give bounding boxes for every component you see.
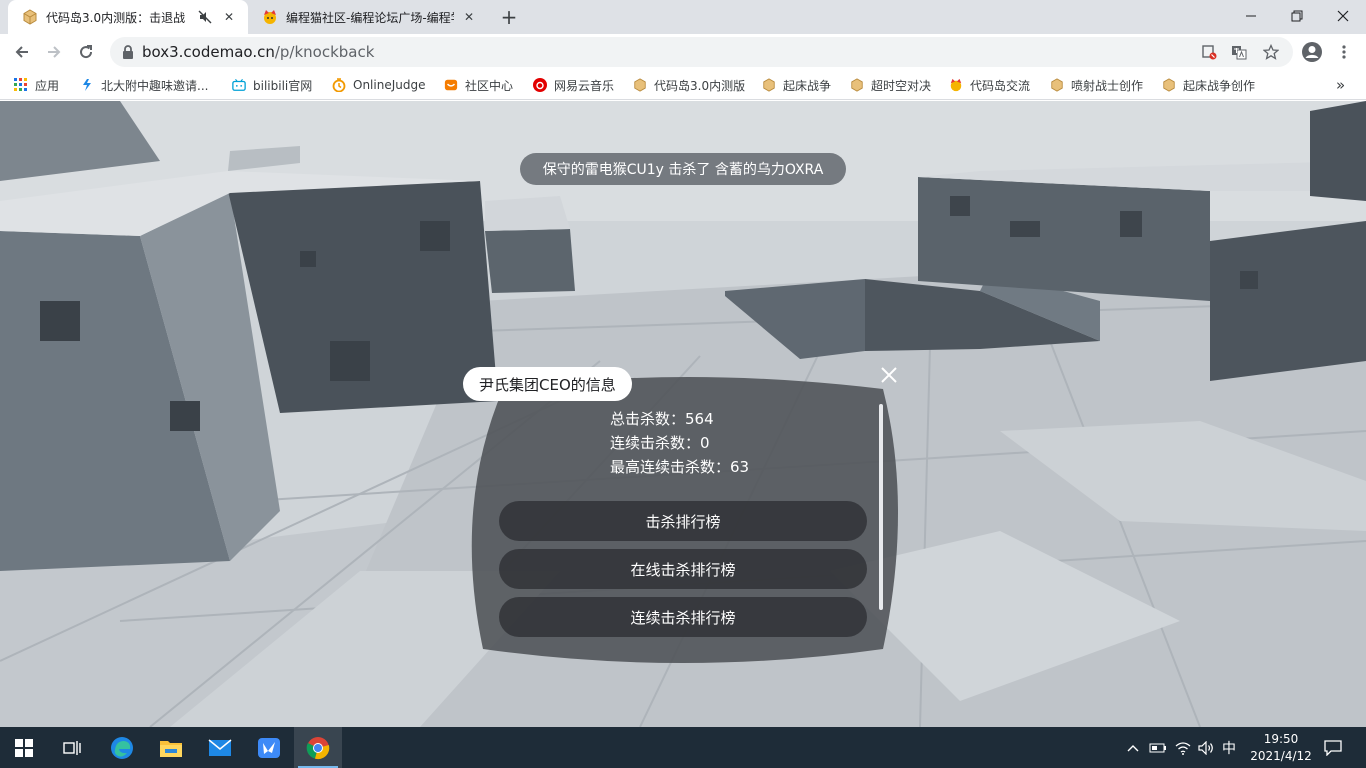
bookmark-label: 代码岛交流	[970, 78, 1031, 93]
bookmark-label: bilibili官网	[253, 78, 313, 93]
close-icon[interactable]	[878, 364, 900, 386]
input-method-indicator[interactable]: 中	[1218, 727, 1240, 768]
community-icon	[444, 78, 458, 92]
codemao-box-icon	[1050, 78, 1064, 92]
bookmark-bilibili[interactable]: bilibili官网	[232, 76, 312, 94]
codemao-box-icon	[22, 9, 38, 25]
tab-title: 代码岛3.0内测版：击退战	[46, 10, 186, 25]
best-streak: 最高连续击杀数：63	[610, 458, 750, 476]
bookmark-star-icon[interactable]	[1262, 43, 1280, 61]
bookmark-timeclash[interactable]: 超时空对决	[850, 76, 931, 94]
bookmark-label: 北大附中趣味邀请...	[101, 78, 209, 93]
kill-stats: 总击杀数：564 连续击杀数：0 最高连续击杀数：63	[610, 407, 749, 479]
kill-leaderboard-button[interactable]: 击杀排行榜	[499, 501, 867, 541]
game-canvas[interactable]: 保守的雷电猴CU1y 击杀了 含蓄的乌力OXRA 尹氏集团CEO的信息 总击杀数…	[0, 101, 1366, 727]
popup-blocked-icon[interactable]	[1200, 43, 1218, 61]
url-host: box3.codemao.cn	[142, 43, 275, 61]
new-tab-button[interactable]: +	[498, 5, 520, 29]
start-button[interactable]	[0, 727, 48, 768]
bookmark-label: 喷射战士创作	[1071, 78, 1144, 93]
tab-strip: 代码岛3.0内测版：击退战 ✕ 编程猫社区-编程论坛广场-编程学 ✕ +	[0, 0, 1366, 34]
current-streak: 连续击杀数：0	[610, 434, 710, 452]
mail-icon[interactable]	[196, 727, 244, 768]
url-path: /p/knockback	[274, 43, 375, 61]
profile-avatar-icon[interactable]	[1298, 38, 1326, 66]
notification-center-icon[interactable]	[1320, 727, 1346, 768]
restore-button[interactable]	[1274, 0, 1320, 32]
online-kill-leaderboard-button[interactable]: 在线击杀排行榜	[499, 549, 867, 589]
player-name-tag: 尹氏集团CEO的信息	[463, 367, 632, 401]
bookmark-label: 起床战争创作	[1183, 78, 1256, 93]
tab-muted-icon[interactable]	[196, 8, 214, 26]
task-view-icon[interactable]	[48, 727, 96, 768]
bookmark-apps[interactable]: 应用	[14, 76, 59, 94]
panel-scrollbar[interactable]	[879, 404, 883, 610]
translate-icon[interactable]	[1230, 43, 1248, 61]
reload-button[interactable]	[72, 38, 100, 66]
bookmark-community[interactable]: 社区中心	[444, 76, 513, 94]
bilibili-icon	[232, 78, 246, 92]
bookmark-label: 起床战争	[783, 78, 832, 93]
codemao-cat-icon	[949, 78, 963, 92]
address-bar[interactable]: box3.codemao.cn/p/knockback	[110, 37, 1293, 67]
edge-browser-icon[interactable]	[98, 727, 146, 768]
tab-codemao-community[interactable]: 编程猫社区-编程论坛广场-编程学 ✕	[248, 0, 488, 34]
more-bookmarks-button[interactable]: »	[1336, 76, 1345, 94]
total-kills: 总击杀数：564	[610, 410, 714, 428]
bookmark-onlinejudge[interactable]: OnlineJudge	[332, 76, 425, 94]
volume-icon[interactable]	[1196, 727, 1216, 768]
bookmark-codemao-box[interactable]: 代码岛3.0内测版	[633, 76, 745, 94]
forward-button[interactable]	[40, 38, 68, 66]
lock-icon[interactable]	[120, 44, 136, 60]
codemao-box-icon	[850, 78, 864, 92]
apps-grid-icon	[14, 78, 28, 92]
streak-leaderboard-button[interactable]: 连续击杀排行榜	[499, 597, 867, 637]
close-window-button[interactable]	[1320, 0, 1366, 32]
tab-title: 编程猫社区-编程论坛广场-编程学	[286, 10, 454, 25]
back-button[interactable]	[8, 38, 36, 66]
bookmark-netease-music[interactable]: 网易云音乐	[533, 76, 614, 94]
bookmark-label: 超时空对决	[871, 78, 932, 93]
clock-time: 19:50	[1263, 732, 1299, 746]
bookmark-label: OnlineJudge	[353, 78, 426, 92]
url-text: box3.codemao.cn/p/knockback	[142, 43, 374, 61]
bookmark-label: 应用	[35, 78, 60, 93]
feishu-icon[interactable]	[245, 727, 293, 768]
bookmark-label: 网易云音乐	[554, 78, 615, 93]
windows-taskbar: 中 19:50 2021/4/12	[0, 727, 1366, 768]
browser-toolbar: box3.codemao.cn/p/knockback	[0, 34, 1366, 70]
codemao-cat-icon	[262, 9, 278, 25]
bookmark-codeisland-forum[interactable]: 代码岛交流	[949, 76, 1030, 94]
player-info-panel: 尹氏集团CEO的信息 总击杀数：564 连续击杀数：0 最高连续击杀数：63 击…	[463, 367, 903, 665]
show-hidden-icons-button[interactable]	[1124, 727, 1142, 768]
onlinejudge-icon	[332, 78, 346, 92]
system-clock[interactable]: 19:50 2021/4/12	[1240, 731, 1322, 765]
minimize-button[interactable]	[1228, 0, 1274, 32]
chrome-menu-icon[interactable]	[1330, 38, 1358, 66]
wifi-icon[interactable]	[1173, 727, 1193, 768]
bookmarks-bar: 应用 北大附中趣味邀请... bilibili官网 OnlineJudge 社区…	[0, 70, 1366, 100]
tab-close-icon[interactable]: ✕	[460, 8, 478, 26]
tab-close-icon[interactable]: ✕	[220, 8, 238, 26]
netease-music-icon	[533, 78, 547, 92]
bookmark-label: 社区中心	[465, 78, 514, 93]
bookmark-pku[interactable]: 北大附中趣味邀请...	[80, 76, 208, 94]
codemao-box-icon	[762, 78, 776, 92]
codemao-box-icon	[1162, 78, 1176, 92]
battery-icon[interactable]	[1148, 727, 1168, 768]
codemao-box-icon	[633, 78, 647, 92]
tab-knockback[interactable]: 代码岛3.0内测版：击退战 ✕	[8, 0, 248, 34]
file-explorer-icon[interactable]	[147, 727, 195, 768]
pku-icon	[80, 78, 94, 92]
bookmark-bedwars-create[interactable]: 起床战争创作	[1162, 76, 1255, 94]
bookmark-splatoon-create[interactable]: 喷射战士创作	[1050, 76, 1143, 94]
kill-feed-notice: 保守的雷电猴CU1y 击杀了 含蓄的乌力OXRA	[520, 153, 846, 185]
clock-date: 2021/4/12	[1250, 749, 1312, 763]
bookmark-bedwars[interactable]: 起床战争	[762, 76, 831, 94]
bookmark-label: 代码岛3.0内测版	[654, 78, 746, 93]
chrome-taskbar-icon[interactable]	[294, 727, 342, 768]
